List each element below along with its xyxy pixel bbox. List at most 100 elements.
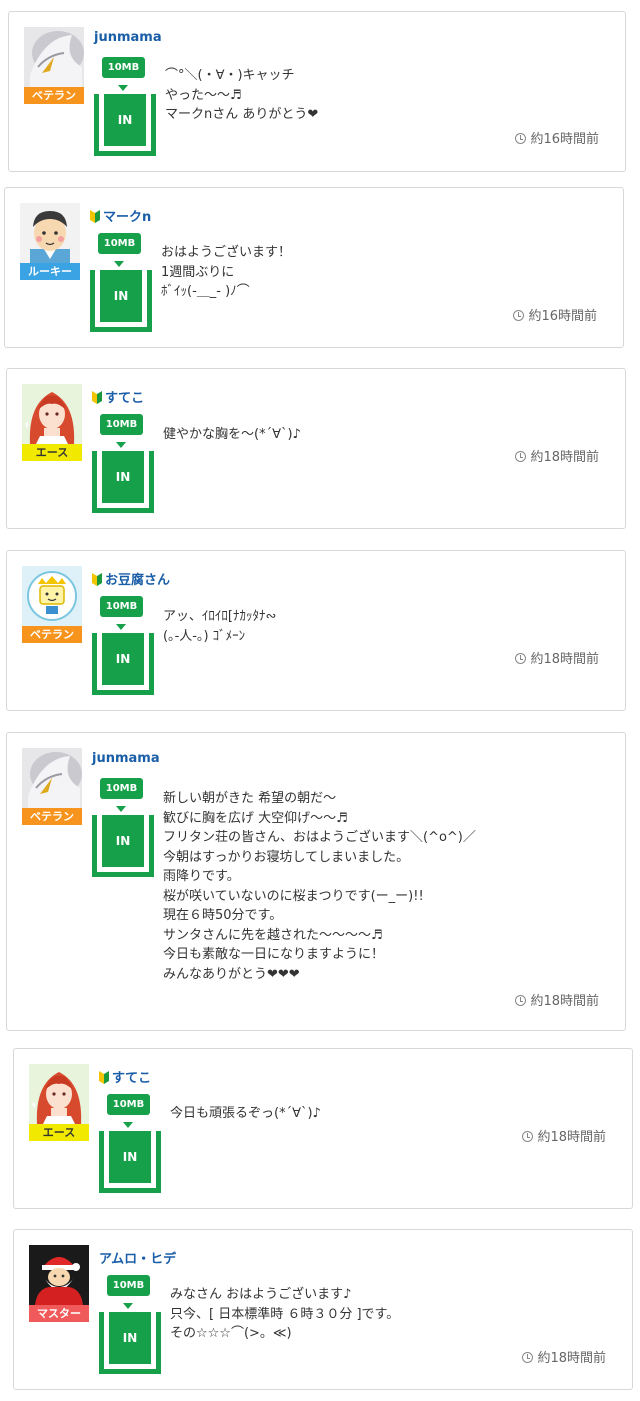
username-text: マークn: [103, 210, 152, 225]
post-time: 約18時間前: [515, 990, 599, 1009]
in-button[interactable]: IN: [94, 94, 156, 156]
beginner-mark-icon: [92, 391, 102, 404]
post-message: ⌒°＼(・∀・)キャッチ やった〜〜♬ マークnさん ありがとう❤: [165, 66, 318, 125]
rank-badge: ルーキー: [20, 263, 80, 280]
message-line: 桜が咲いていないのに桜まつりです(ー_ー)!!: [163, 888, 424, 904]
message-line: やった〜〜♬: [165, 87, 242, 103]
down-arrow-icon: [114, 261, 124, 267]
rank-badge: マスター: [29, 1305, 89, 1322]
down-arrow-icon: [116, 442, 126, 448]
message-line: 新しい朝がきた 希望の朝だ〜: [163, 791, 337, 806]
username-text: junmama: [94, 30, 162, 45]
post-time: 約18時間前: [522, 1126, 606, 1145]
post-card: ベテラン junmama 10MB IN 新しい朝がきた 希望の朝だ〜 歓びに胸…: [6, 732, 626, 1031]
clock-icon: [515, 995, 527, 1006]
mb-badge: 10MB: [100, 414, 143, 435]
down-arrow-icon: [116, 806, 126, 812]
in-label: IN: [102, 633, 144, 685]
username-link[interactable]: お豆腐さん: [92, 569, 170, 588]
time-text: 約18時間前: [537, 1130, 606, 1145]
message-line: おはようございます！: [161, 245, 292, 260]
username-text: アムロ・ヒデ: [99, 1252, 177, 1267]
post-time: 約18時間前: [522, 1347, 606, 1366]
user-avatar[interactable]: [29, 1064, 89, 1124]
username-link[interactable]: マークn: [90, 206, 151, 225]
in-button[interactable]: IN: [92, 633, 154, 695]
username-link[interactable]: すてこ: [99, 1067, 151, 1086]
message-line: 健やかな胸を〜(*´∀`)♪: [163, 427, 301, 442]
mb-badge: 10MB: [107, 1275, 150, 1296]
rank-badge: ベテラン: [22, 626, 82, 643]
rank-badge: エース: [29, 1124, 89, 1141]
post-message: みなさん おはようございます♪ 只今、[ 日本標準時 ６時３０分 ]です。 その…: [170, 1285, 399, 1344]
post-time: 約18時間前: [515, 648, 599, 667]
message-line: アッ、ｲﾛｲﾛ[ﾅｶｯﾀﾅ∾: [163, 609, 277, 624]
clock-icon: [515, 133, 527, 144]
post-message: 新しい朝がきた 希望の朝だ〜 歓びに胸を広げ 大空仰げ〜〜♬ フリタン荘の皆さん…: [163, 789, 476, 984]
message-line: 雨降りです。: [163, 869, 240, 884]
in-button[interactable]: IN: [99, 1131, 161, 1193]
user-avatar[interactable]: [22, 748, 82, 808]
user-avatar[interactable]: [22, 384, 82, 444]
beginner-mark-icon: [90, 210, 100, 223]
mb-badge: 10MB: [107, 1094, 150, 1115]
message-line: ⌒°＼(・∀・)キャッチ: [165, 68, 295, 83]
post-card: ベテラン お豆腐さん 10MB IN アッ、ｲﾛｲﾛ[ﾅｶｯﾀﾅ∾ (｡-人-｡…: [6, 550, 626, 711]
message-line: 歓びに胸を広げ 大空仰げ〜〜♬: [163, 810, 348, 826]
down-arrow-icon: [118, 85, 128, 91]
time-text: 約18時間前: [530, 652, 599, 667]
in-button[interactable]: IN: [92, 451, 154, 513]
in-label: IN: [109, 1312, 151, 1364]
post-card: ベテラン junmama 10MB IN ⌒°＼(・∀・)キャッチ やった〜〜♬…: [8, 11, 626, 172]
username-text: お豆腐さん: [105, 573, 171, 588]
user-avatar[interactable]: [24, 27, 84, 87]
message-line: 只今、[ 日本標準時 ６時３０分 ]です。: [170, 1306, 400, 1322]
message-line: サンタさんに先を越された〜〜〜〜♬: [163, 927, 383, 943]
in-button[interactable]: IN: [90, 270, 152, 332]
post-time: 約16時間前: [513, 305, 597, 324]
clock-icon: [522, 1352, 534, 1363]
time-text: 約18時間前: [537, 1351, 606, 1366]
down-arrow-icon: [116, 624, 126, 630]
message-line: 今日も頑張るぞっ(*´∀`)♪: [170, 1106, 321, 1121]
mb-badge: 10MB: [98, 233, 141, 254]
clock-icon: [515, 653, 527, 664]
post-message: 健やかな胸を〜(*´∀`)♪: [163, 425, 301, 445]
username-link[interactable]: junmama: [94, 30, 162, 45]
user-avatar[interactable]: [20, 203, 80, 263]
username-text: junmama: [92, 751, 160, 766]
username-link[interactable]: アムロ・ヒデ: [99, 1248, 176, 1267]
clock-icon: [513, 310, 525, 321]
message-line: 今朝はすっかりお寝坊してしまいました。: [163, 849, 410, 865]
post-card: ルーキー マークn 10MB IN おはようございます！ 1週間ぶりに ﾎﾞｲｯ…: [4, 187, 624, 348]
username-link[interactable]: junmama: [92, 751, 160, 766]
clock-icon: [515, 451, 527, 462]
in-label: IN: [109, 1131, 151, 1183]
rank-badge: ベテラン: [22, 808, 82, 825]
in-label: IN: [104, 94, 146, 146]
in-label: IN: [100, 270, 142, 322]
mb-badge: 10MB: [100, 778, 143, 799]
post-message: おはようございます！ 1週間ぶりに ﾎﾞｲｯ(-＿_- )ﾉ⌒: [161, 243, 291, 302]
mb-badge: 10MB: [100, 596, 143, 617]
beginner-mark-icon: [99, 1071, 109, 1084]
rank-badge: ベテラン: [24, 87, 84, 104]
post-time: 約18時間前: [515, 446, 599, 465]
user-avatar[interactable]: [29, 1245, 89, 1305]
user-avatar[interactable]: [22, 566, 82, 626]
post-card: エース すてこ 10MB IN 健やかな胸を〜(*´∀`)♪ 約18時間前: [6, 368, 626, 529]
time-text: 約16時間前: [530, 132, 599, 147]
username-link[interactable]: すてこ: [92, 387, 144, 406]
username-text: すてこ: [105, 391, 145, 406]
in-button[interactable]: IN: [99, 1312, 161, 1374]
message-line: ﾎﾞｲｯ(-＿_- )ﾉ⌒: [161, 284, 250, 299]
username-text: すてこ: [112, 1071, 152, 1086]
in-label: IN: [102, 451, 144, 503]
time-text: 約18時間前: [530, 450, 599, 465]
post-message: アッ、ｲﾛｲﾛ[ﾅｶｯﾀﾅ∾ (｡-人-｡) ｺﾞﾒｰﾝ: [163, 607, 276, 646]
in-button[interactable]: IN: [92, 815, 154, 877]
message-line: みんなありがとう❤❤❤: [163, 966, 300, 982]
message-line: その☆☆☆⌒(>。≪): [170, 1326, 292, 1341]
in-label: IN: [102, 815, 144, 867]
message-line: 今日も素敵な一日になりますように！: [163, 947, 385, 962]
